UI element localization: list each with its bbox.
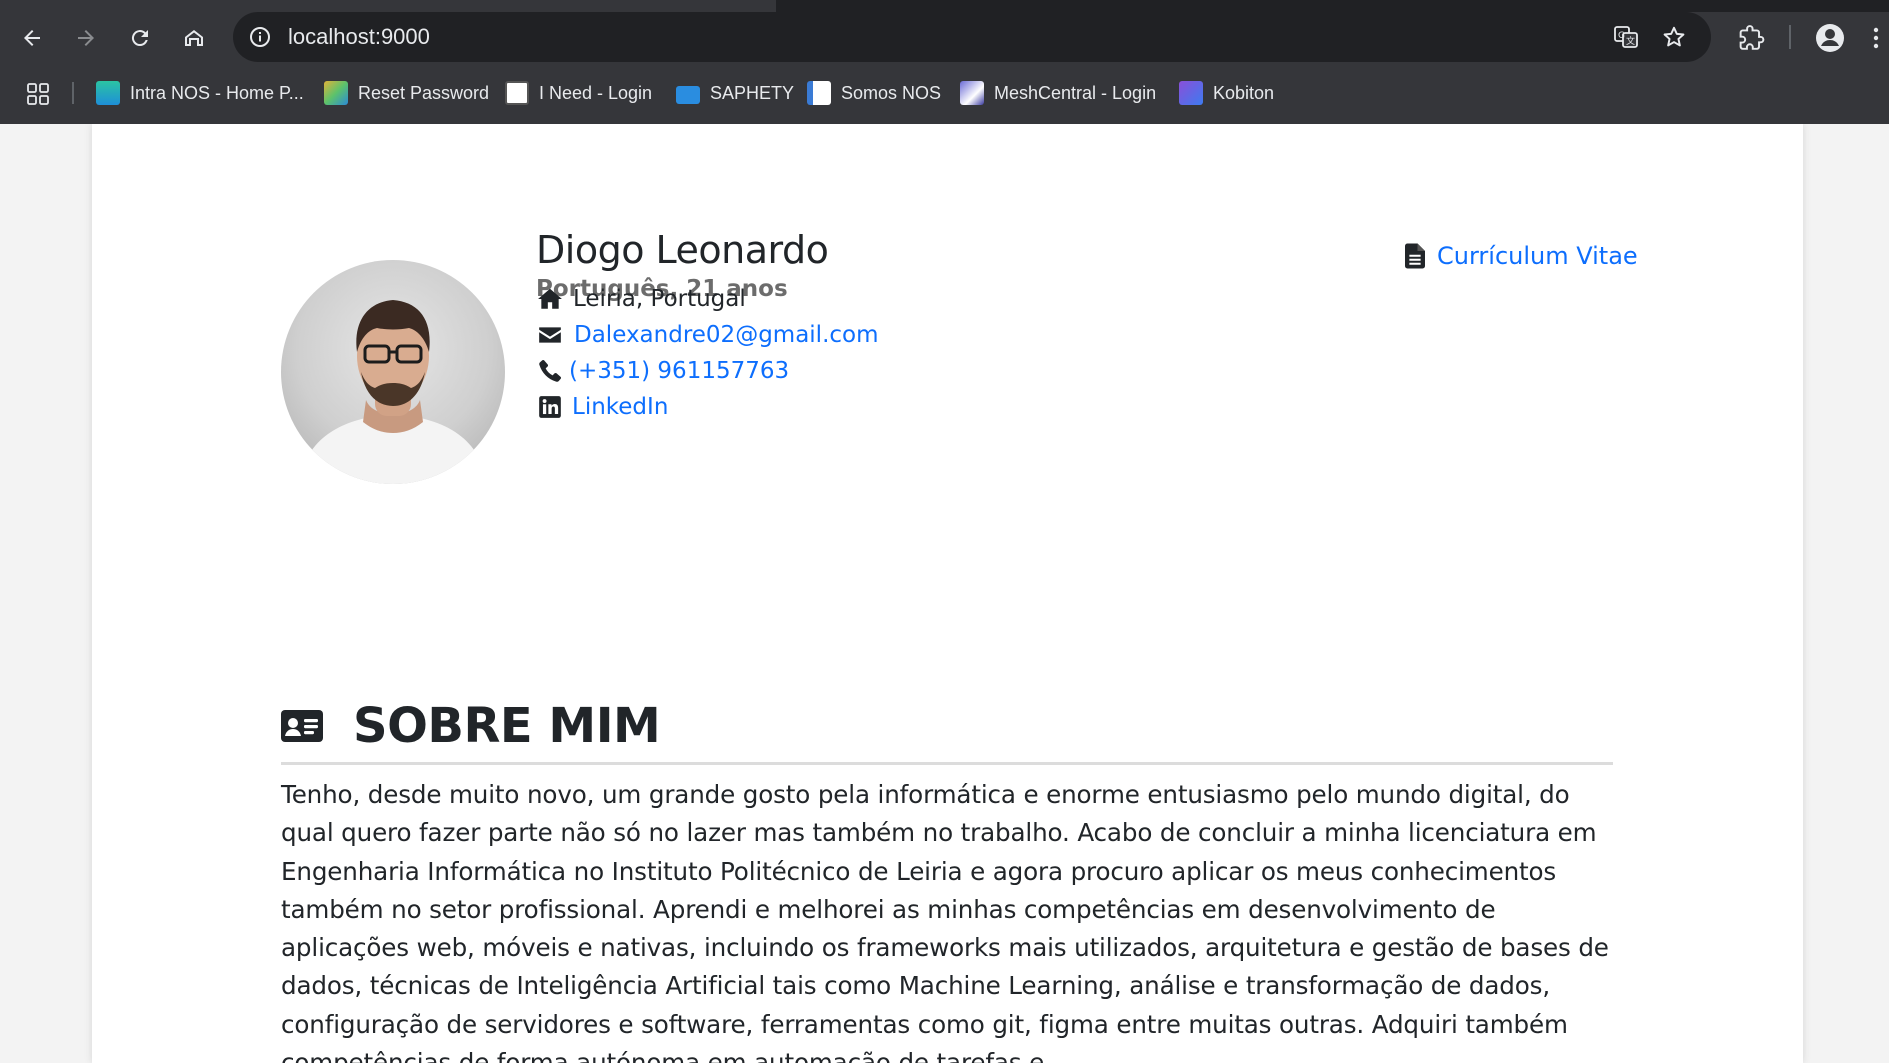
- about-paragraph: Tenho, desde muito novo, um grande gosto…: [281, 780, 1609, 1063]
- bookmark-label: I Need - Login: [539, 82, 653, 103]
- bookmark-somos-nos[interactable]: Somos NOS: [807, 78, 941, 108]
- cv-link[interactable]: Currículum Vitae: [1405, 242, 1638, 270]
- bookmark-label: Reset Password: [358, 82, 490, 103]
- bookmark-label: Kobiton: [1213, 82, 1275, 103]
- arrow-right-icon: [78, 30, 94, 46]
- translate-icon[interactable]: G文: [1613, 24, 1639, 50]
- page-viewport: Diogo Leonardo Português, 21 anos Curríc…: [0, 124, 1889, 1063]
- bookmark-label: Intra NOS - Home P...: [130, 82, 304, 103]
- bookmarks-bar: Intra NOS - Home P... Reset Password I N…: [0, 72, 1889, 112]
- toolbar-divider: [1789, 25, 1791, 49]
- cv-link-label[interactable]: Currículum Vitae: [1437, 242, 1638, 270]
- apps-grid-icon[interactable]: [26, 82, 50, 106]
- contact-location: Leiria, Portugal: [536, 285, 746, 313]
- saphety-icon: [676, 85, 700, 104]
- puzzle-piece-icon: [1739, 25, 1765, 50]
- ineed-icon: [505, 81, 529, 105]
- arrow-left-icon: [24, 30, 40, 46]
- star-bookmark-icon[interactable]: [1661, 24, 1687, 50]
- location-text: Leiria, Portugal: [573, 286, 746, 312]
- svg-text:G: G: [1618, 31, 1625, 41]
- phone-icon: [536, 357, 564, 385]
- section-divider: [281, 762, 1613, 765]
- profile-button[interactable]: [1810, 18, 1850, 58]
- browser-toolbar: localhost:9000 G文: [0, 12, 1889, 62]
- kobiton-icon: [1179, 81, 1203, 105]
- reload-button[interactable]: [120, 18, 160, 58]
- file-document-icon: [1405, 243, 1425, 269]
- home-button[interactable]: [174, 18, 214, 58]
- site-info-icon[interactable]: [248, 25, 272, 49]
- profile-photo: [281, 260, 505, 484]
- browser-menu-button[interactable]: [1862, 18, 1889, 58]
- email-link[interactable]: Dalexandre02@gmail.com: [574, 322, 879, 348]
- bookmark-kobiton[interactable]: Kobiton: [1179, 78, 1274, 108]
- active-tab[interactable]: [0, 0, 776, 12]
- url-text[interactable]: localhost:9000: [288, 24, 430, 50]
- meshcentral-icon: [960, 81, 984, 105]
- contact-email: Dalexandre02@gmail.com: [536, 321, 879, 349]
- linkedin-icon: [536, 393, 564, 421]
- bookmark-label: SAPHETY: [710, 82, 795, 103]
- bookmark-saphety[interactable]: SAPHETY: [676, 78, 794, 108]
- envelope-icon: [536, 321, 564, 349]
- tab-strip: [0, 0, 1889, 12]
- bookmark-reset-password[interactable]: Reset Password: [324, 78, 489, 108]
- contact-phone: (+351) 961157763: [536, 357, 789, 385]
- address-bar[interactable]: localhost:9000 G文: [233, 12, 1711, 62]
- account-circle-icon: [1816, 24, 1844, 52]
- reload-icon: [131, 30, 148, 47]
- phone-link[interactable]: (+351) 961157763: [569, 358, 789, 384]
- back-button[interactable]: [12, 18, 52, 58]
- home-icon: [536, 285, 564, 313]
- more-vert-icon: [1873, 27, 1878, 49]
- bookmark-meshcentral[interactable]: MeshCentral - Login: [960, 78, 1156, 108]
- profile-name: Diogo Leonardo: [536, 228, 829, 272]
- bookmarks-divider: [72, 82, 74, 104]
- reset-password-icon: [324, 81, 348, 105]
- intra-nos-icon: [96, 81, 120, 105]
- about-section-heading: SOBRE MIM: [281, 698, 661, 754]
- somos-nos-icon: [807, 81, 831, 105]
- id-card-icon: [281, 710, 323, 742]
- bookmark-ineed-login[interactable]: I Need - Login: [505, 78, 652, 108]
- extensions-button[interactable]: [1732, 18, 1772, 58]
- browser-chrome: localhost:9000 G文 Intra NOS - Home P... …: [0, 0, 1889, 124]
- home-outline-icon: [185, 30, 203, 46]
- bookmark-label: MeshCentral - Login: [994, 82, 1157, 103]
- bookmark-intra-nos[interactable]: Intra NOS - Home P...: [96, 78, 304, 108]
- forward-button[interactable]: [66, 18, 106, 58]
- contact-linkedin: LinkedIn: [536, 393, 668, 421]
- resume-card: Diogo Leonardo Português, 21 anos Curríc…: [92, 124, 1803, 1063]
- person-photo-icon: [299, 300, 487, 484]
- svg-text:文: 文: [1626, 35, 1635, 47]
- bookmark-label: Somos NOS: [841, 82, 942, 103]
- linkedin-link[interactable]: LinkedIn: [572, 394, 668, 420]
- about-title: SOBRE MIM: [353, 698, 661, 754]
